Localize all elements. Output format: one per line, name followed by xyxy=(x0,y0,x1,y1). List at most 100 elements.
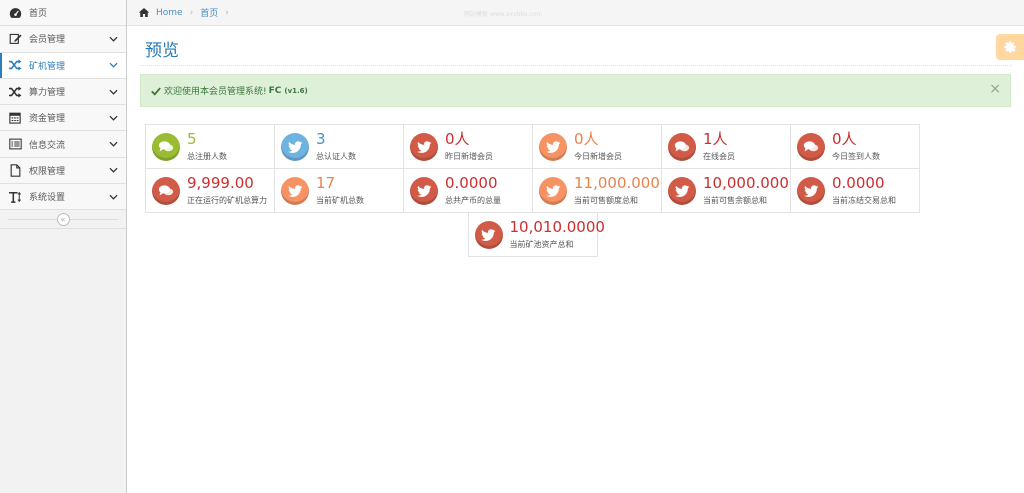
sidebar-item-label: 算力管理 xyxy=(29,88,66,99)
sidebar: 首页会员管理矿机管理算力管理资金管理信息交流权限管理系统设置 « xyxy=(0,0,127,493)
chevron-down-icon xyxy=(108,34,118,44)
watermark-text: 网站模板 www.xxxbbs.com xyxy=(464,11,543,18)
stat-caption: 今日新增会员 xyxy=(574,152,622,161)
stat-value: 10,000.0000 xyxy=(703,174,799,192)
sidebar-item-label: 资金管理 xyxy=(29,114,66,125)
sidebar-item-7[interactable]: 系统设置 xyxy=(0,184,126,211)
twitter-icon xyxy=(797,177,825,205)
random-icon xyxy=(8,58,22,72)
gear-icon xyxy=(1004,40,1016,54)
stat-value: 10,010.0000 xyxy=(509,218,605,236)
stat-caption: 昨日新增会员 xyxy=(445,152,493,161)
stat-caption: 在线会员 xyxy=(703,152,735,161)
breadcrumb-current-link[interactable]: 首页 xyxy=(200,6,218,19)
breadcrumb-separator: › xyxy=(225,7,229,18)
stat-value: 0人 xyxy=(832,130,857,148)
sidebar-item-label: 权限管理 xyxy=(29,166,66,177)
sidebar-item-6[interactable]: 权限管理 xyxy=(0,157,126,185)
twitter-icon xyxy=(539,133,567,161)
settings-button[interactable] xyxy=(996,34,1024,60)
stat-value: 3 xyxy=(316,130,326,148)
stat-caption: 今日签到人数 xyxy=(832,152,880,161)
twitter-icon xyxy=(281,133,309,161)
sidebar-item-label: 信息交流 xyxy=(29,140,66,151)
sidebar-item-4[interactable]: 资金管理 xyxy=(0,105,126,132)
stat-box: 3 总认证人数 xyxy=(274,124,404,169)
calendar-icon xyxy=(8,111,22,125)
alert-close-button[interactable]: × xyxy=(989,82,1001,96)
collapse-sidebar-button[interactable]: « xyxy=(56,212,70,226)
comments-icon xyxy=(668,133,696,161)
twitter-icon xyxy=(668,177,696,205)
chevron-down-icon xyxy=(108,113,118,123)
chevron-down-icon xyxy=(108,60,118,70)
twitter-icon xyxy=(474,221,503,249)
stat-value: 0人 xyxy=(574,130,599,148)
main-content: Home › 首页 › 网站模板 www.xxxbbs.com 预览 欢迎使用本… xyxy=(127,0,1024,493)
stat-value: 9,999.00 xyxy=(187,174,254,192)
stat-caption: 总共产币的总量 xyxy=(445,196,501,205)
page-title: 预览 xyxy=(145,41,179,61)
chevron-down-icon xyxy=(108,87,118,97)
stat-box: 17 当前矿机总数 xyxy=(274,168,404,213)
edit-icon xyxy=(8,32,22,46)
stat-box: 5 总注册人数 xyxy=(145,124,275,169)
comments-icon xyxy=(152,177,180,205)
breadcrumb-home-link[interactable]: Home xyxy=(156,8,183,18)
stat-caption: 当前冻结交易总和 xyxy=(832,196,896,205)
sidebar-item-label: 矿机管理 xyxy=(29,61,66,72)
home-icon xyxy=(138,8,150,17)
stat-value: 0.0000 xyxy=(832,174,885,192)
stat-box: 0人昨日新增会员 xyxy=(403,124,533,169)
stat-caption: 当前矿池资产总和 xyxy=(509,240,574,249)
stats-row: 5 总注册人数 3 总认证人数 0人 昨日新增会员 0人 今日新增会员 1人 在线会员 0人 今日签到… xyxy=(142,124,922,169)
stat-box: 10,010.0000 当前矿池资产总和 xyxy=(467,212,605,257)
sidebar-item-0[interactable]: 首页 xyxy=(0,0,126,27)
sidebar-item-1[interactable]: 会员管理 xyxy=(0,26,126,53)
stats-row: 10,010.0000 当前矿池资产总和 xyxy=(142,212,922,257)
alert-message: 欢迎使用本会员管理系统! xyxy=(164,87,267,97)
chevron-down-icon xyxy=(108,192,118,202)
welcome-alert: 欢迎使用本会员管理系统! FC (v1.6) × xyxy=(140,74,1011,107)
page-header: 预览 xyxy=(139,26,1012,66)
stat-box: 10,000.0000 当前可售余额总和 xyxy=(661,168,798,213)
stats-row: 9,999.00 正在运行的矿机总算力 17 当前矿机总数 0.0000 总共产币的总量 1… xyxy=(142,168,922,213)
breadcrumb-separator: › xyxy=(189,7,194,18)
sidebar-item-3[interactable]: 算力管理 xyxy=(0,78,126,106)
stat-box: 0.0000 总共产币的总量 xyxy=(403,168,533,213)
text-height-icon xyxy=(8,190,22,204)
stat-value: 0.0000 xyxy=(445,174,498,192)
stat-value: 5 xyxy=(187,130,197,148)
sidebar-item-label: 会员管理 xyxy=(29,35,66,46)
stat-caption: 当前可售余额总和 xyxy=(703,196,767,205)
sidebar-collapse-bar: « xyxy=(0,210,126,230)
sidebar-item-2[interactable]: 矿机管理 xyxy=(0,52,126,79)
stat-box: 0人今日新增会员 xyxy=(532,124,662,169)
alert-version: (v1.6) xyxy=(284,86,308,95)
comments-icon xyxy=(152,133,180,161)
stats-panel: 5 总注册人数 3 总认证人数 0人 昨日新增会员 0人 今日新增会员 1人 在线会员 0人 今日签到… xyxy=(142,124,922,257)
stat-caption: 当前可售额度总和 xyxy=(574,196,638,205)
sidebar-item-5[interactable]: 信息交流 xyxy=(0,131,126,158)
twitter-icon xyxy=(281,177,309,205)
breadcrumb: Home › 首页 › 网站模板 www.xxxbbs.com xyxy=(127,0,1024,26)
file-icon xyxy=(8,163,22,177)
stat-box: 9,999.00 正在运行的矿机总算力 xyxy=(145,168,275,213)
stat-box: 0人今日签到人数 xyxy=(790,124,920,169)
check-icon xyxy=(151,86,161,96)
stat-caption: 总注册人数 xyxy=(187,152,227,161)
alert-brand: FC xyxy=(268,85,282,96)
stat-box: 0.0000 当前冻结交易总和 xyxy=(790,168,920,213)
stat-value: 1人 xyxy=(703,130,728,148)
twitter-icon xyxy=(410,133,438,161)
sidebar-item-label: 首页 xyxy=(29,9,48,20)
stat-value: 0人 xyxy=(445,130,470,148)
sidebar-item-label: 系统设置 xyxy=(29,193,66,204)
chevron-down-icon xyxy=(108,165,118,175)
stat-caption: 总认证人数 xyxy=(316,152,356,161)
comments-icon xyxy=(797,133,825,161)
twitter-icon xyxy=(539,177,567,205)
twitter-icon xyxy=(410,177,438,205)
random-icon xyxy=(8,85,22,99)
stat-value: 11,000.0000 xyxy=(574,174,670,192)
